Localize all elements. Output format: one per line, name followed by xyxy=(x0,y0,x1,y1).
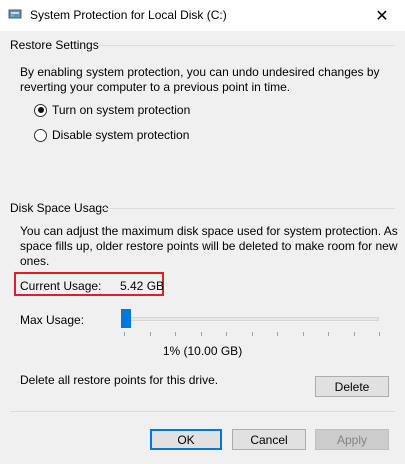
delete-description: Delete all restore points for this drive… xyxy=(20,373,219,387)
delete-button[interactable]: Delete xyxy=(315,376,389,397)
close-button[interactable]: ✕ xyxy=(359,0,405,31)
max-usage-slider-track[interactable] xyxy=(122,317,379,321)
slider-tick xyxy=(277,332,278,336)
slider-tick xyxy=(150,332,151,336)
cancel-button[interactable]: Cancel xyxy=(232,429,306,450)
restore-settings-heading: Restore Settings xyxy=(10,38,99,52)
slider-tick xyxy=(379,332,380,336)
radio-label: Disable system protection xyxy=(52,128,190,142)
max-usage-caption: 1% (10.00 GB) xyxy=(162,344,243,358)
max-usage-label: Max Usage: xyxy=(20,313,85,327)
group-divider xyxy=(101,208,395,209)
current-usage-value: 5.42 GB xyxy=(120,279,165,293)
slider-tick xyxy=(201,332,202,336)
group-divider xyxy=(99,45,395,46)
radio-label: Turn on system protection xyxy=(52,103,191,117)
slider-tick xyxy=(226,332,227,336)
slider-tick xyxy=(124,332,125,336)
slider-tick xyxy=(252,332,253,336)
current-usage-label: Current Usage: xyxy=(20,279,102,293)
radio-turn-on-protection[interactable]: Turn on system protection xyxy=(34,103,190,117)
slider-tick xyxy=(303,332,304,336)
restore-settings-description: By enabling system protection, you can u… xyxy=(20,65,380,94)
radio-disable-protection[interactable]: Disable system protection xyxy=(34,128,189,142)
ok-button[interactable]: OK xyxy=(150,429,222,450)
window-title: System Protection for Local Disk (C:) xyxy=(30,8,227,22)
disk-space-description: You can adjust the maximum disk space us… xyxy=(20,224,398,268)
apply-button[interactable]: Apply xyxy=(315,429,389,450)
title-bar: System Protection for Local Disk (C:) ✕ xyxy=(0,0,405,31)
dialog-body: Restore Settings By enabling system prot… xyxy=(0,31,405,464)
max-usage-slider-thumb[interactable] xyxy=(121,309,131,328)
slider-tick xyxy=(328,332,329,336)
close-icon: ✕ xyxy=(375,7,389,25)
disk-space-heading: Disk Space Usage xyxy=(10,201,109,215)
footer-divider xyxy=(10,411,395,412)
drive-protection-icon xyxy=(8,9,22,19)
radio-button[interactable] xyxy=(34,128,47,142)
slider-tick xyxy=(354,332,355,336)
slider-tick xyxy=(175,332,176,336)
radio-button-selected[interactable] xyxy=(34,103,47,117)
